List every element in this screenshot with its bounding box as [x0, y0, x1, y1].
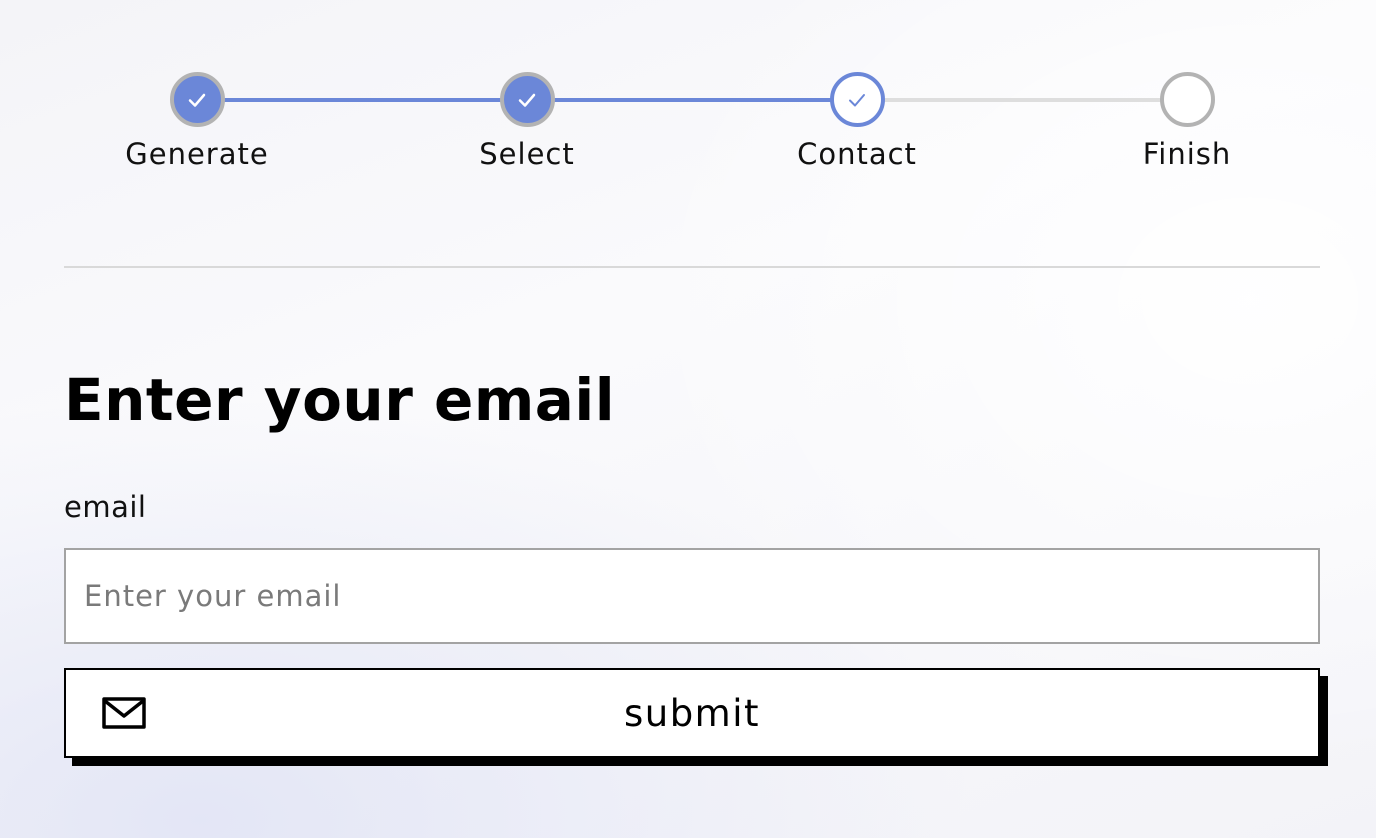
page-title: Enter your email [64, 366, 616, 434]
step-empty-circle-icon [1159, 72, 1215, 127]
progress-stepper: Generate Select Contact Finish [0, 0, 1376, 200]
email-label: email [64, 490, 147, 524]
section-divider [64, 266, 1320, 268]
email-field[interactable] [64, 548, 1320, 644]
step-label-finish: Finish [1142, 137, 1232, 171]
step-check-icon [499, 72, 555, 127]
submit-label: submit [623, 691, 761, 735]
step-label-contact: Contact [797, 137, 917, 171]
step-select: Select [427, 72, 627, 171]
step-finish: Finish [1087, 72, 1287, 171]
step-contact: Contact [757, 72, 957, 171]
step-label-select: Select [479, 137, 575, 171]
step-check-icon [829, 72, 885, 127]
step-label-generate: Generate [125, 137, 269, 171]
step-check-icon [169, 72, 225, 127]
submit-button[interactable]: submit [64, 668, 1320, 758]
step-generate: Generate [97, 72, 297, 171]
mail-icon [102, 697, 146, 729]
